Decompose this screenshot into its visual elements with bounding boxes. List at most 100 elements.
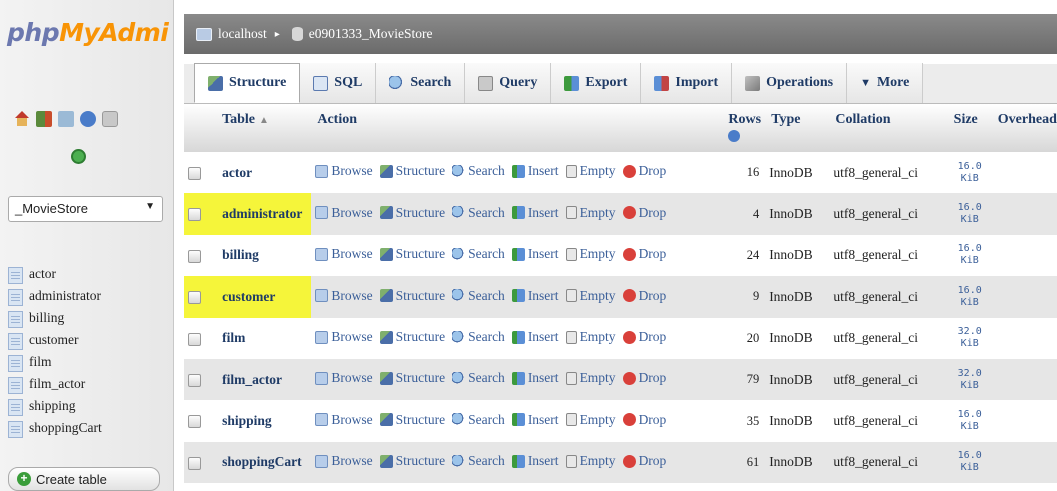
header-collation[interactable]: Collation xyxy=(829,104,948,152)
reload-icon[interactable] xyxy=(71,149,86,164)
table-name-link[interactable]: shipping xyxy=(216,400,312,442)
action-empty[interactable]: Empty xyxy=(565,412,616,428)
row-checkbox[interactable] xyxy=(188,208,201,222)
table-icon[interactable] xyxy=(8,311,23,328)
action-structure[interactable]: Structure xyxy=(379,412,445,428)
nav-table-label[interactable]: actor xyxy=(29,267,56,281)
action-empty[interactable]: Empty xyxy=(565,163,616,179)
nav-table-item[interactable]: shoppingCart xyxy=(8,421,102,438)
header-table[interactable]: Table ▲ xyxy=(216,104,312,152)
table-name-link[interactable]: actor xyxy=(216,152,312,194)
help-icon[interactable] xyxy=(80,111,96,127)
action-insert[interactable]: Insert xyxy=(511,163,559,179)
tab-structure[interactable]: Structure xyxy=(194,63,301,103)
action-insert[interactable]: Insert xyxy=(511,288,559,304)
row-size[interactable]: 16.0 KiB xyxy=(947,400,992,442)
action-insert[interactable]: Insert xyxy=(511,370,559,386)
action-insert[interactable]: Insert xyxy=(511,329,559,345)
phpmyadmin-logo[interactable]: phpMyAdmi xyxy=(7,18,169,47)
action-search[interactable]: Search xyxy=(452,163,505,179)
action-browse[interactable]: Browse xyxy=(315,246,373,262)
action-search[interactable]: Search xyxy=(452,412,505,428)
tab-sql[interactable]: SQL xyxy=(300,63,377,103)
settings-icon[interactable] xyxy=(102,111,118,127)
row-size[interactable]: 32.0 KiB xyxy=(947,358,992,401)
action-structure[interactable]: Structure xyxy=(379,288,445,304)
action-drop[interactable]: Drop xyxy=(622,453,666,469)
tab-export[interactable]: Export xyxy=(551,63,642,103)
action-structure[interactable]: Structure xyxy=(379,205,445,221)
action-structure[interactable]: Structure xyxy=(379,370,445,386)
action-search[interactable]: Search xyxy=(452,246,505,262)
row-checkbox[interactable] xyxy=(188,249,201,263)
breadcrumb-server[interactable]: localhost xyxy=(218,26,267,42)
tab-more[interactable]: ▼ More xyxy=(847,63,924,103)
action-insert[interactable]: Insert xyxy=(511,246,559,262)
row-checkbox[interactable] xyxy=(188,374,201,388)
table-name-link[interactable]: film_actor xyxy=(216,358,312,401)
table-icon[interactable] xyxy=(8,377,23,394)
action-empty[interactable]: Empty xyxy=(565,370,616,386)
action-empty[interactable]: Empty xyxy=(565,288,616,304)
header-type[interactable]: Type xyxy=(765,104,830,152)
help-icon[interactable] xyxy=(728,129,741,142)
action-browse[interactable]: Browse xyxy=(315,370,373,386)
action-search[interactable]: Search xyxy=(452,453,505,469)
action-empty[interactable]: Empty xyxy=(565,329,616,345)
table-name-link[interactable]: customer xyxy=(216,276,312,318)
action-drop[interactable]: Drop xyxy=(622,163,666,179)
row-size[interactable]: 16.0 KiB xyxy=(947,234,992,277)
table-name-link[interactable]: shoppingCart xyxy=(216,441,312,484)
action-drop[interactable]: Drop xyxy=(622,329,666,345)
table-icon[interactable] xyxy=(8,333,23,350)
nav-table-label[interactable]: billing xyxy=(29,311,64,325)
nav-table-item[interactable]: billing xyxy=(8,311,102,328)
tab-import[interactable]: Import xyxy=(641,63,733,103)
row-size[interactable]: 16.0 KiB xyxy=(947,152,992,194)
action-browse[interactable]: Browse xyxy=(315,163,373,179)
action-structure[interactable]: Structure xyxy=(379,163,445,179)
action-structure[interactable]: Structure xyxy=(379,329,445,345)
table-icon[interactable] xyxy=(8,267,23,284)
action-search[interactable]: Search xyxy=(452,329,505,345)
exit-icon[interactable] xyxy=(36,111,52,127)
nav-table-item[interactable]: film xyxy=(8,355,102,372)
row-size[interactable]: 32.0 KiB xyxy=(947,317,992,359)
action-insert[interactable]: Insert xyxy=(511,453,559,469)
action-drop[interactable]: Drop xyxy=(622,412,666,428)
action-empty[interactable]: Empty xyxy=(565,453,616,469)
tab-query[interactable]: Query xyxy=(465,63,552,103)
row-checkbox[interactable] xyxy=(188,332,201,346)
action-structure[interactable]: Structure xyxy=(379,246,445,262)
row-checkbox[interactable] xyxy=(188,167,201,181)
action-empty[interactable]: Empty xyxy=(565,246,616,262)
nav-table-item[interactable]: film_actor xyxy=(8,377,102,394)
nav-table-item[interactable]: shipping xyxy=(8,399,102,416)
action-drop[interactable]: Drop xyxy=(622,205,666,221)
action-search[interactable]: Search xyxy=(452,370,505,386)
nav-table-item[interactable]: administrator xyxy=(8,289,102,306)
tab-search[interactable]: Search xyxy=(376,63,466,103)
table-name-link[interactable]: billing xyxy=(216,234,312,277)
header-size[interactable]: Size xyxy=(947,104,992,152)
action-browse[interactable]: Browse xyxy=(315,288,373,304)
action-browse[interactable]: Browse xyxy=(315,205,373,221)
action-browse[interactable]: Browse xyxy=(315,453,373,469)
action-browse[interactable]: Browse xyxy=(315,329,373,345)
table-icon[interactable] xyxy=(8,399,23,416)
breadcrumb-database[interactable]: e0901333_MovieStore xyxy=(309,26,433,42)
header-overhead[interactable]: Overhead xyxy=(991,104,1057,152)
table-name-link[interactable]: administrator xyxy=(216,193,312,235)
row-size[interactable]: 16.0 KiB xyxy=(947,441,992,484)
nav-table-label[interactable]: shoppingCart xyxy=(29,421,102,435)
nav-table-label[interactable]: film_actor xyxy=(29,377,85,391)
action-search[interactable]: Search xyxy=(452,205,505,221)
row-checkbox[interactable] xyxy=(188,456,201,470)
nav-table-item[interactable]: actor xyxy=(8,267,102,284)
tab-operations[interactable]: Operations xyxy=(732,63,848,103)
table-icon[interactable] xyxy=(8,421,23,438)
row-checkbox[interactable] xyxy=(188,291,201,305)
header-rows[interactable]: Rows xyxy=(722,104,766,152)
action-drop[interactable]: Drop xyxy=(622,246,666,262)
nav-table-item[interactable]: customer xyxy=(8,333,102,350)
